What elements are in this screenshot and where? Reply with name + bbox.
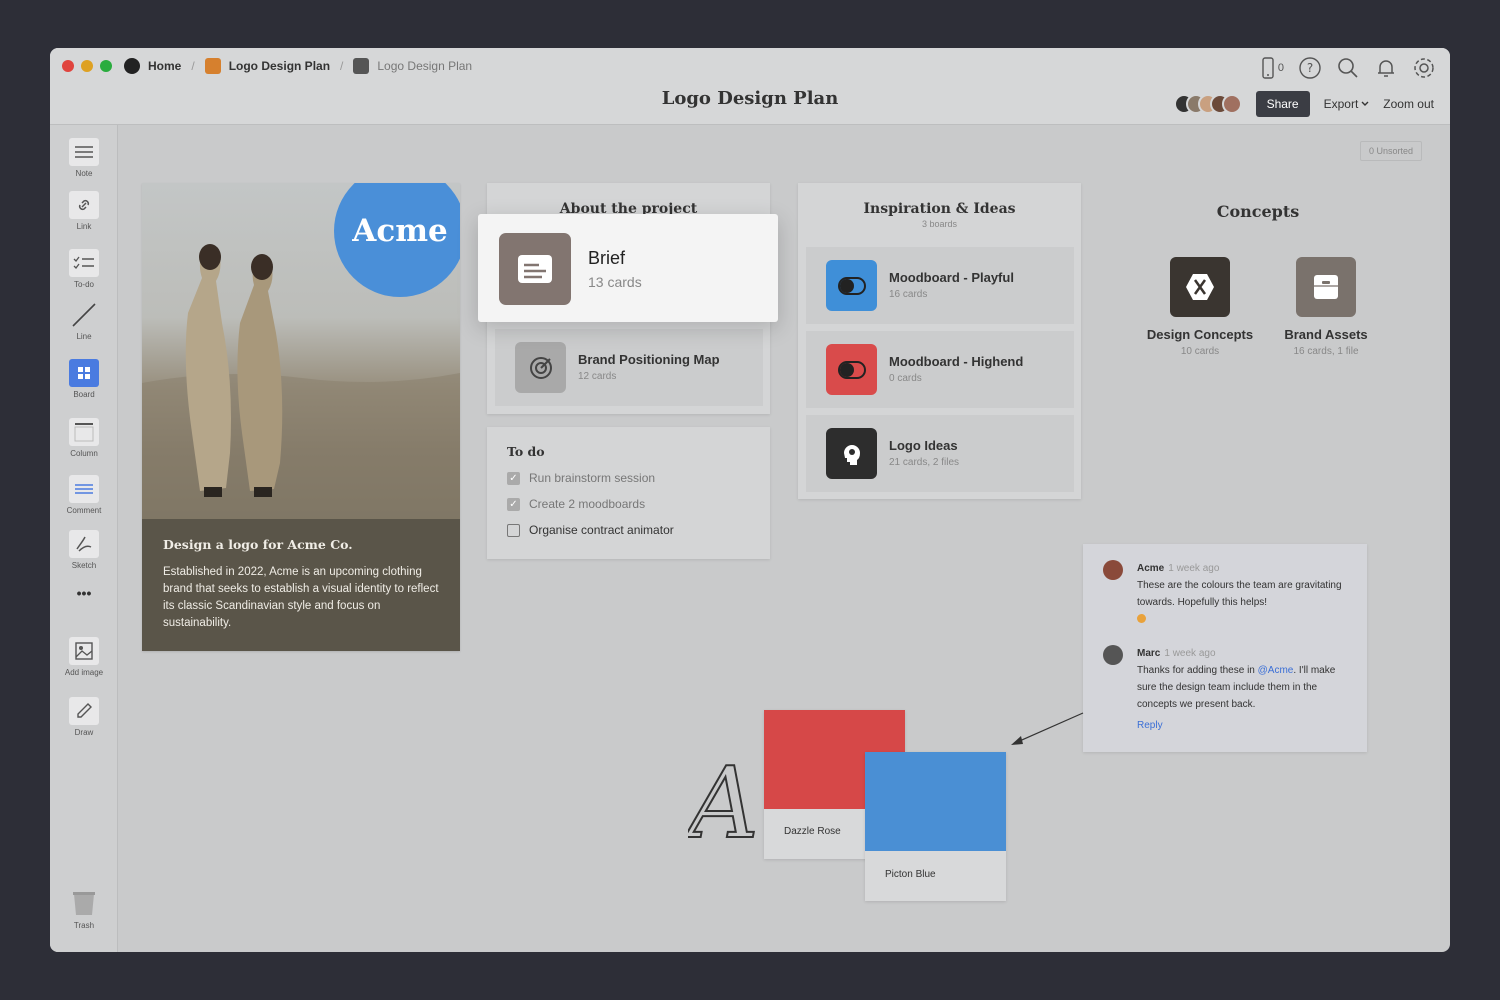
header-actions: Share Export Zoom out: [1173, 91, 1434, 117]
todo-icon: [69, 249, 99, 277]
breadcrumb-current: Logo Design Plan: [353, 58, 472, 74]
board-canvas[interactable]: 0 Unsorted Acme Design a logo for Acme C…: [118, 125, 1450, 952]
share-button[interactable]: Share: [1255, 91, 1310, 117]
minimize-window-button[interactable]: [81, 60, 93, 72]
collaborator-avatars[interactable]: [1173, 94, 1242, 114]
zoom-out-button[interactable]: Zoom out: [1383, 97, 1434, 111]
more-tools-button[interactable]: •••: [50, 585, 118, 601]
breadcrumb-home[interactable]: Home: [124, 58, 181, 74]
tool-sidebar: Note Link To-do Line Board Column Commen…: [50, 125, 118, 952]
tool-line[interactable]: Line: [50, 301, 118, 341]
milanote-logo-icon: [124, 58, 140, 74]
app-window: Home / Logo Design Plan / Logo Design Pl…: [50, 48, 1450, 952]
help-icon[interactable]: ?: [1298, 56, 1322, 80]
mobile-devices-button[interactable]: 0: [1261, 57, 1284, 79]
note-icon: [69, 138, 99, 166]
breadcrumb-logo-design-plan[interactable]: Logo Design Plan: [204, 58, 330, 74]
color-swatch-picton-blue[interactable]: Picton Blue: [865, 752, 1006, 901]
draw-icon: [69, 697, 99, 725]
gear-icon[interactable]: [1412, 56, 1436, 80]
board-icon: [69, 359, 99, 387]
line-icon: [69, 301, 99, 329]
avatar: [1221, 94, 1242, 114]
breadcrumb: Home / Logo Design Plan / Logo Design Pl…: [124, 58, 472, 74]
top-icon-bar: 0 ?: [1261, 56, 1436, 80]
maximize-window-button[interactable]: [100, 60, 112, 72]
tool-draw[interactable]: Draw: [50, 697, 118, 737]
comment-icon: [69, 475, 99, 503]
tool-trash[interactable]: Trash: [50, 890, 118, 930]
phone-icon: [1262, 57, 1274, 79]
tool-column[interactable]: Column: [50, 418, 118, 458]
add-image-icon: [69, 637, 99, 665]
swatch-color: [865, 752, 1006, 851]
close-window-button[interactable]: [62, 60, 74, 72]
board-grey-icon: [353, 58, 370, 74]
trash-icon: [69, 890, 99, 918]
bell-icon[interactable]: [1374, 56, 1398, 80]
sketch-icon: [69, 530, 99, 558]
tool-board[interactable]: Board: [50, 359, 118, 399]
export-button[interactable]: Export: [1324, 97, 1370, 111]
tool-sketch[interactable]: Sketch: [50, 530, 118, 570]
svg-text:A: A: [688, 755, 759, 845]
tool-note[interactable]: Note: [50, 138, 118, 178]
tool-todo[interactable]: To-do: [50, 249, 118, 289]
tool-link[interactable]: Link: [50, 191, 118, 231]
chevron-down-icon: [1361, 101, 1369, 106]
tool-comment[interactable]: Comment: [50, 475, 118, 515]
top-bar: Home / Logo Design Plan / Logo Design Pl…: [50, 48, 1450, 125]
search-icon[interactable]: [1336, 56, 1360, 80]
column-icon: [69, 418, 99, 446]
svg-text:?: ?: [1307, 61, 1313, 75]
tool-add-image[interactable]: Add image: [50, 637, 118, 677]
link-icon: [69, 191, 99, 219]
board-color-icon: [204, 58, 221, 74]
